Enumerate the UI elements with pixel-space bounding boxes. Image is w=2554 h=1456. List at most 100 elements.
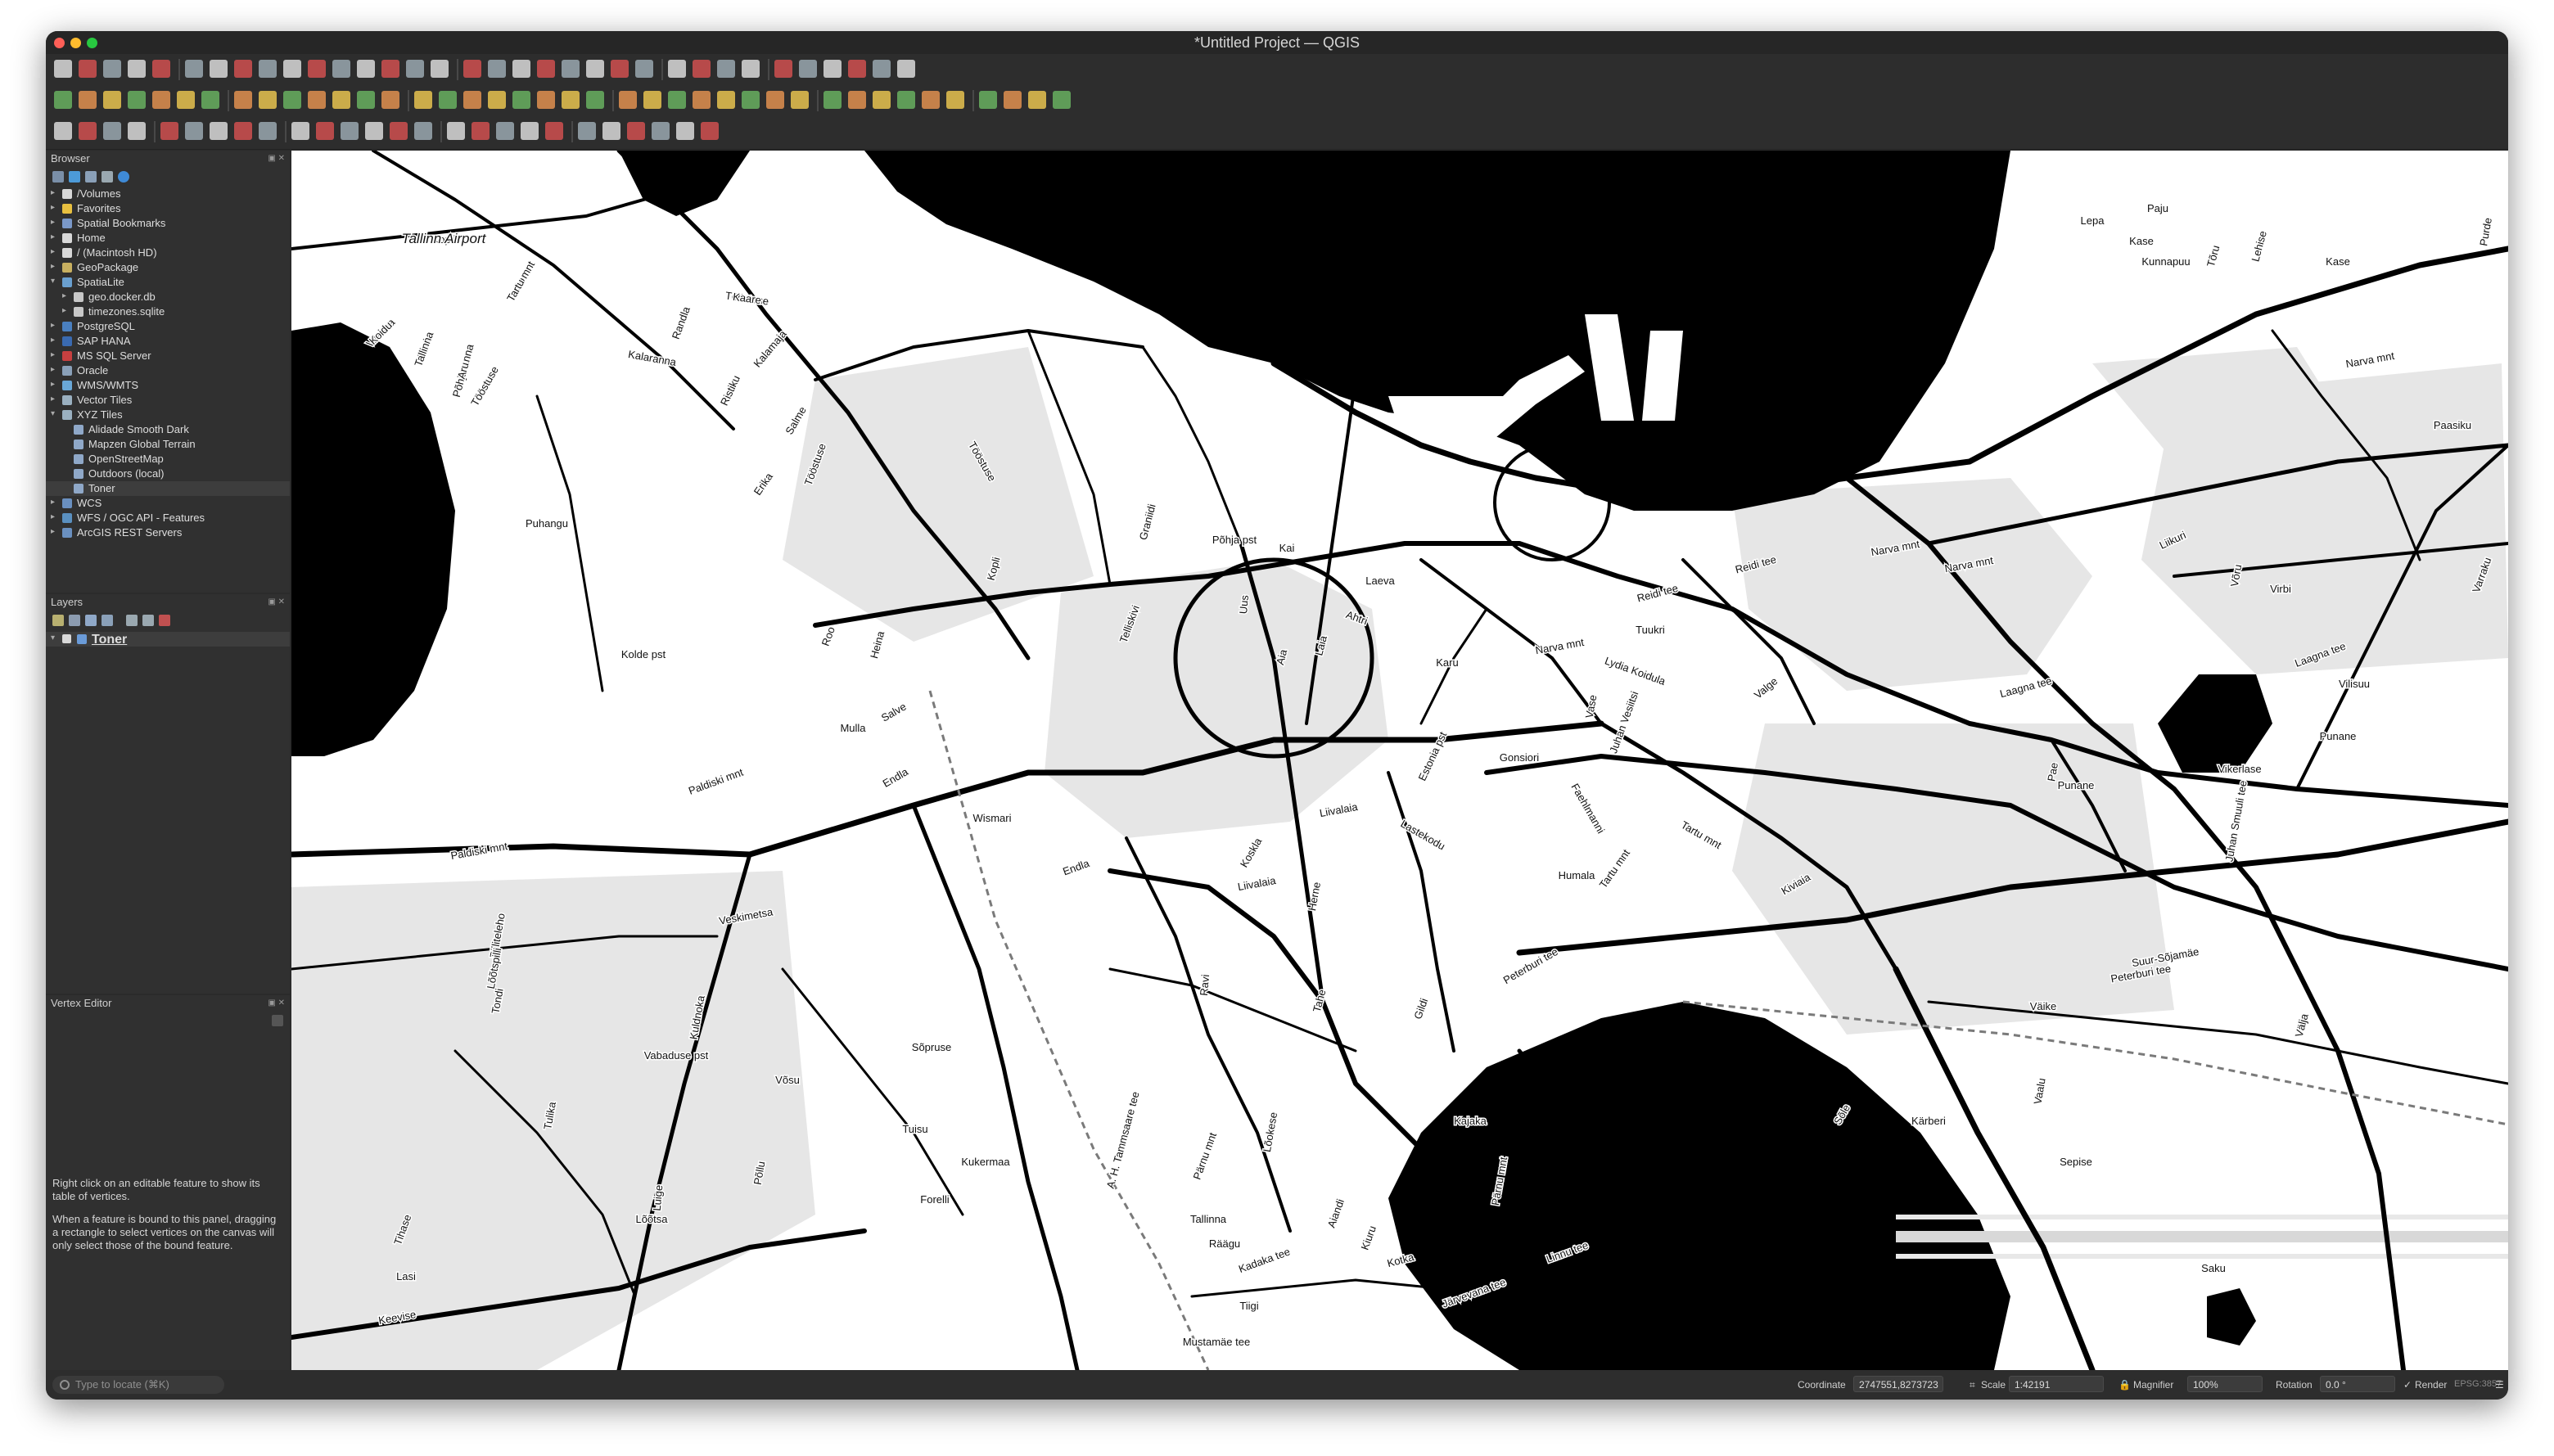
zoom-next-icon[interactable] [357,91,375,109]
save-as-icon[interactable] [897,60,915,78]
pan-to-selection-icon[interactable] [152,91,170,109]
zoom-native-icon[interactable] [308,91,326,109]
save-project-icon[interactable] [766,91,784,109]
scale-field[interactable]: 1:42191 [2009,1376,2104,1392]
tips-icon[interactable] [774,60,792,78]
locator-search-input[interactable]: Type to locate (⌘K) [52,1376,224,1394]
browser-item[interactable]: ▸ ArcGIS REST Servers [46,525,290,540]
style-manager-icon[interactable] [873,91,891,109]
panel-float-close-icon[interactable]: ▣ ✕ [264,154,285,163]
expand-arrow-icon[interactable]: ▸ [51,218,59,227]
refresh-icon[interactable] [611,60,629,78]
zoom-full-icon[interactable] [234,91,252,109]
zoom-last-icon[interactable] [431,60,449,78]
zoom-native-icon[interactable] [185,122,203,140]
collapse-all-icon[interactable] [102,171,113,183]
zoom-out-icon[interactable] [79,122,97,140]
zoom-to-layer-icon[interactable] [381,60,399,78]
expand-arrow-icon[interactable]: ▸ [51,247,59,256]
zoom-full-icon[interactable] [1004,91,1022,109]
layout-manager-icon[interactable] [848,91,866,109]
measure-icon[interactable] [496,122,514,140]
expand-arrow-icon[interactable]: ▸ [51,527,59,536]
select-icon[interactable] [668,60,686,78]
measure-icon[interactable] [619,91,637,109]
panel-float-close-icon[interactable]: ▣ ✕ [264,597,285,606]
tips-icon[interactable] [545,122,563,140]
layer-visibility-checkbox[interactable] [62,634,71,643]
zoom-full-icon[interactable] [332,60,350,78]
zoom-next-icon[interactable] [234,122,252,140]
style-manager-icon[interactable] [210,60,228,78]
save-as-icon[interactable] [128,60,146,78]
expand-arrow-icon[interactable]: ▸ [51,365,59,374]
zoom-to-layer-icon[interactable] [160,122,178,140]
layout-manager-icon[interactable] [79,91,97,109]
zoom-to-layer-icon[interactable] [283,91,301,109]
browser-item[interactable]: ▸ PostgreSQL [46,319,290,334]
zoom-out-icon[interactable] [979,91,997,109]
zoom-to-layer-icon[interactable] [1053,91,1071,109]
identify-icon[interactable] [414,122,432,140]
browser-item[interactable]: ▸ / (Macintosh HD) [46,246,290,260]
expand-arrow-icon[interactable]: ▸ [51,232,59,241]
open-project-icon[interactable] [742,91,760,109]
map-tips-icon[interactable] [693,91,711,109]
select-icon[interactable] [562,91,580,109]
expand-arrow-icon[interactable]: ▸ [51,321,59,330]
measure-icon[interactable] [717,60,735,78]
save-project-icon[interactable] [103,60,121,78]
show-bookmarks-icon[interactable] [463,91,481,109]
zoom-out-icon[interactable] [308,60,326,78]
new-project-icon[interactable] [602,122,620,140]
zoom-to-selection-icon[interactable] [128,122,146,140]
browser-item[interactable]: ▸ Oracle [46,363,290,378]
browser-item[interactable]: ▾ SpatiaLite [46,275,290,290]
identify-icon[interactable] [635,60,653,78]
zoom-last-icon[interactable] [332,91,350,109]
zoom-out-icon[interactable] [201,91,219,109]
map-tips-icon[interactable] [799,60,817,78]
expand-arrow-icon[interactable]: ▸ [51,498,59,507]
vertex-editor-options-icon[interactable] [272,1015,283,1026]
zoom-in-icon[interactable] [946,91,964,109]
zoom-to-selection-icon[interactable] [259,91,277,109]
new-3d-view-icon[interactable] [512,60,530,78]
remove-layer-icon[interactable] [159,615,170,626]
browser-item[interactable]: ▸ WFS / OGC API - Features [46,511,290,525]
bookmark-icon[interactable] [537,60,555,78]
expand-arrow-icon[interactable]: ▸ [51,512,59,521]
browser-item[interactable]: Mapzen Global Terrain [46,437,290,452]
annotation-icon[interactable] [643,91,661,109]
browser-item[interactable]: ▸ WMS/WMTS [46,378,290,393]
statistics-icon[interactable] [472,122,490,140]
new-map-view-icon[interactable] [381,91,399,109]
browser-item[interactable]: ▸ WCS [46,496,290,511]
temporal-icon[interactable] [365,122,383,140]
zoom-next-icon[interactable] [463,60,481,78]
statistics-icon[interactable] [586,91,604,109]
zoom-last-icon[interactable] [210,122,228,140]
browser-item[interactable]: ▸ MS SQL Server [46,349,290,363]
save-project-icon[interactable] [873,60,891,78]
filter-icon[interactable] [85,171,97,183]
expand-arrow-icon[interactable]: ▸ [51,336,59,345]
open-project-icon[interactable] [79,60,97,78]
browser-item[interactable]: Outdoors (local) [46,467,290,481]
new-project-icon[interactable] [717,91,735,109]
zoom-in-icon[interactable] [177,91,195,109]
print-layout-icon[interactable] [54,91,72,109]
panel-float-close-icon[interactable]: ▣ ✕ [264,998,285,1007]
expand-arrow-icon[interactable]: ▸ [51,262,59,271]
pan-icon[interactable] [234,60,252,78]
layer-style-icon[interactable] [52,615,64,626]
map-tips-icon[interactable] [578,122,596,140]
pan-icon[interactable] [897,91,915,109]
new-map-view-icon[interactable] [488,60,506,78]
open-project-icon[interactable] [627,122,645,140]
zoom-in-icon[interactable] [283,60,301,78]
browser-item[interactable]: ▸ Home [46,231,290,246]
lock-scale-icon[interactable]: 🔒 [2119,1379,2131,1391]
temporal-icon[interactable] [488,91,506,109]
add-selected-layers-icon[interactable] [52,171,64,183]
